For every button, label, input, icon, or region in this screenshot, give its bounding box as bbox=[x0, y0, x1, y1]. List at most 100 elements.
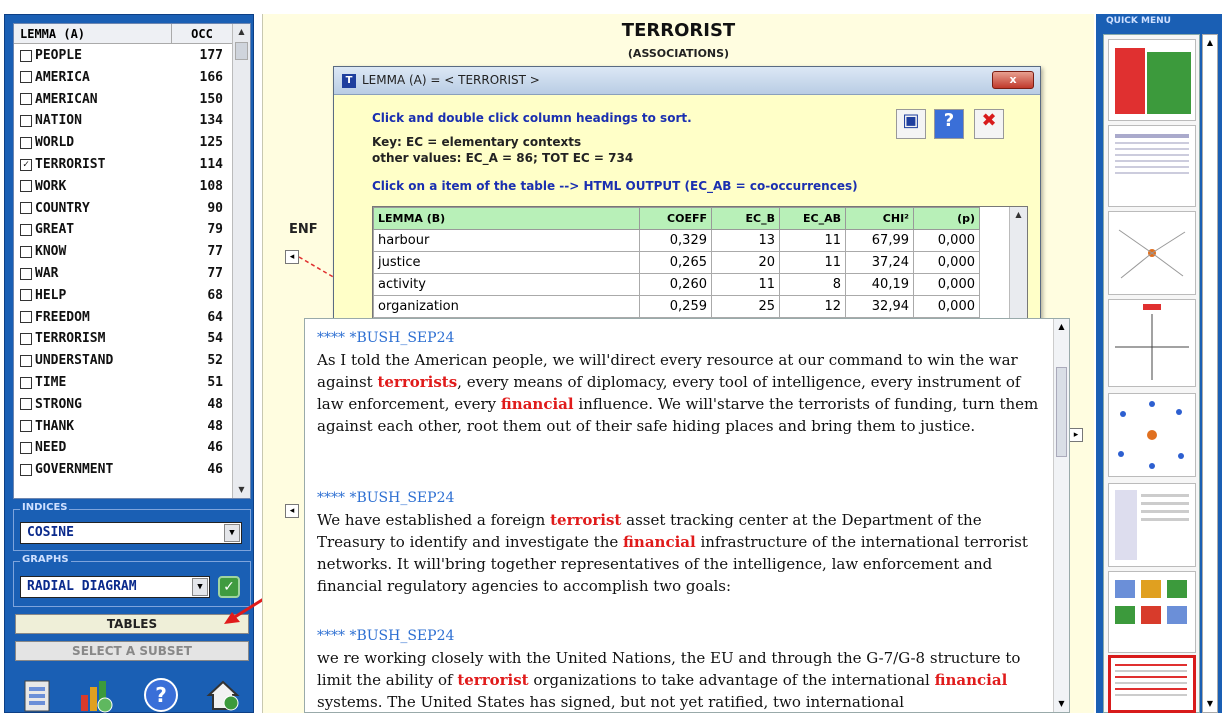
cell-chi2[interactable]: 32,94 bbox=[845, 295, 914, 318]
cell-chi2[interactable]: 40,19 bbox=[845, 273, 914, 296]
lemma-list-item[interactable]: GREAT 79 bbox=[14, 219, 232, 240]
cell-p[interactable]: 0,000 bbox=[913, 229, 980, 252]
checkbox-icon[interactable] bbox=[20, 267, 32, 280]
checkbox-icon[interactable] bbox=[20, 311, 32, 324]
dialog-close-button[interactable]: x bbox=[992, 71, 1034, 89]
scroll-down-arrow-icon[interactable]: ▼ bbox=[233, 482, 250, 498]
cell-chi2[interactable]: 67,99 bbox=[845, 229, 914, 252]
output-scrollbar[interactable]: ▲ ▼ bbox=[1053, 319, 1069, 712]
cell-p[interactable]: 0,000 bbox=[913, 273, 980, 296]
quick-menu-scrollbar[interactable]: ▲ ▼ bbox=[1202, 34, 1218, 713]
cell-ec-ab[interactable]: 12 bbox=[779, 295, 846, 318]
paragraph-header[interactable]: **** *BUSH_SEP24 bbox=[317, 487, 1043, 509]
thumbnail-network[interactable] bbox=[1108, 393, 1196, 477]
help-button[interactable]: ? bbox=[934, 109, 964, 139]
thumbnail-v-test[interactable] bbox=[1108, 299, 1196, 387]
cell-ec-b[interactable]: 13 bbox=[711, 229, 780, 252]
lemma-list-item[interactable]: AMERICAN 150 bbox=[14, 89, 232, 110]
lemma-list-item[interactable]: WORLD 125 bbox=[14, 132, 232, 153]
lemma-list-item[interactable]: NEED 46 bbox=[14, 437, 232, 458]
checkbox-icon[interactable] bbox=[20, 114, 32, 127]
scrollbar-thumb[interactable] bbox=[1056, 367, 1067, 457]
scroll-up-arrow-icon[interactable]: ▲ bbox=[233, 24, 250, 40]
lemma-list-item[interactable]: GOVERNMENT 46 bbox=[14, 459, 232, 480]
cell-coeff[interactable]: 0,260 bbox=[639, 273, 712, 296]
node-marker-icon[interactable]: ◂ bbox=[285, 250, 299, 264]
cell-coeff[interactable]: 0,265 bbox=[639, 251, 712, 274]
occ-column-header[interactable]: OCC bbox=[172, 24, 232, 44]
dialog-titlebar[interactable]: T LEMMA (A) = < TERRORIST > x bbox=[334, 67, 1040, 95]
cell-ec-ab[interactable]: 8 bbox=[779, 273, 846, 296]
scrollbar-thumb[interactable] bbox=[235, 42, 248, 60]
lemma-list-item[interactable]: THANK 48 bbox=[14, 416, 232, 437]
column-header-lemma-b[interactable]: LEMMA (B) bbox=[373, 207, 640, 230]
lemma-list-item[interactable]: KNOW 77 bbox=[14, 241, 232, 262]
lemma-list-scrollbar[interactable]: ▲ ▼ bbox=[232, 24, 250, 498]
lemma-list-item[interactable]: FREEDOM 64 bbox=[14, 307, 232, 328]
cell-ec-b[interactable]: 25 bbox=[711, 295, 780, 318]
node-marker-icon[interactable]: ▸ bbox=[1069, 428, 1083, 442]
checkbox-icon[interactable] bbox=[20, 245, 32, 258]
checkbox-icon[interactable] bbox=[20, 180, 32, 193]
thumbnail-table[interactable] bbox=[1108, 125, 1196, 207]
thumbnail-document[interactable] bbox=[1108, 483, 1196, 567]
select-subset-button[interactable]: SELECT A SUBSET bbox=[15, 641, 249, 661]
column-header-ec-ab[interactable]: EC_AB bbox=[779, 207, 846, 230]
checkbox-icon[interactable] bbox=[20, 376, 32, 389]
thumbnail-radial-diagram[interactable] bbox=[1108, 211, 1196, 295]
cell-ec-b[interactable]: 20 bbox=[711, 251, 780, 274]
checkbox-icon[interactable] bbox=[20, 71, 32, 84]
help-button[interactable]: ? bbox=[141, 675, 181, 713]
lemma-list[interactable]: LEMMA (A) OCC PEOPLE 177 AMERICA 166 AMERICA… bbox=[13, 23, 251, 499]
scroll-up-arrow-icon[interactable]: ▲ bbox=[1054, 319, 1069, 335]
tables-button[interactable]: TABLES bbox=[15, 614, 249, 634]
column-header-coeff[interactable]: COEFF bbox=[639, 207, 712, 230]
lemma-list-item[interactable]: AMERICA 166 bbox=[14, 67, 232, 88]
cell-chi2[interactable]: 37,24 bbox=[845, 251, 914, 274]
chevron-down-icon[interactable]: ▼ bbox=[192, 578, 208, 596]
table-row[interactable]: harbour 0,329 13 11 67,99 0,000 bbox=[373, 229, 980, 252]
checkbox-icon[interactable] bbox=[20, 332, 32, 345]
lemma-list-item[interactable]: UNDERSTAND 52 bbox=[14, 350, 232, 371]
cell-ec-ab[interactable]: 11 bbox=[779, 229, 846, 252]
lemma-list-item[interactable]: TIME 51 bbox=[14, 372, 232, 393]
lemma-list-item[interactable]: WORK 108 bbox=[14, 176, 232, 197]
lemma-list-item[interactable]: COUNTRY 90 bbox=[14, 198, 232, 219]
chart-button[interactable] bbox=[75, 675, 115, 713]
cell-ec-b[interactable]: 11 bbox=[711, 273, 780, 296]
thumbnail-html-output[interactable] bbox=[1108, 655, 1196, 713]
scroll-up-arrow-icon[interactable]: ▲ bbox=[1203, 35, 1217, 51]
cell-lemma-b[interactable]: activity bbox=[373, 273, 640, 296]
checkbox-checked-icon[interactable]: ✓ bbox=[20, 158, 32, 171]
cell-lemma-b[interactable]: justice bbox=[373, 251, 640, 274]
checkbox-icon[interactable] bbox=[20, 441, 32, 454]
lemma-list-item[interactable]: NATION 134 bbox=[14, 110, 232, 131]
table-row[interactable]: justice 0,265 20 11 37,24 0,000 bbox=[373, 251, 980, 274]
checkbox-icon[interactable] bbox=[20, 463, 32, 476]
thumbnail-icons[interactable] bbox=[1108, 571, 1196, 653]
lemma-column-header[interactable]: LEMMA (A) bbox=[14, 24, 172, 44]
node-marker-icon[interactable]: ◂ bbox=[285, 504, 299, 518]
lemma-list-item[interactable]: PEOPLE 177 bbox=[14, 45, 232, 66]
cell-ec-ab[interactable]: 11 bbox=[779, 251, 846, 274]
delete-button[interactable]: ✖ bbox=[974, 109, 1004, 139]
checkbox-icon[interactable] bbox=[20, 420, 32, 433]
paragraph-header[interactable]: **** *BUSH_SEP24 bbox=[317, 327, 1043, 349]
home-button[interactable] bbox=[203, 675, 243, 713]
lemma-list-item[interactable]: ✓ TERRORIST 114 bbox=[14, 154, 232, 175]
checkbox-icon[interactable] bbox=[20, 93, 32, 106]
export-report-button[interactable] bbox=[17, 675, 57, 713]
thumbnail-bar-chart[interactable] bbox=[1108, 39, 1196, 121]
checkbox-icon[interactable] bbox=[20, 136, 32, 149]
checkbox-icon[interactable] bbox=[20, 49, 32, 62]
checkbox-icon[interactable] bbox=[20, 289, 32, 302]
cell-coeff[interactable]: 0,329 bbox=[639, 229, 712, 252]
lemma-list-item[interactable]: HELP 68 bbox=[14, 285, 232, 306]
checkbox-icon[interactable] bbox=[20, 202, 32, 215]
column-header-ec-b[interactable]: EC_B bbox=[711, 207, 780, 230]
checkbox-icon[interactable] bbox=[20, 223, 32, 236]
cell-lemma-b[interactable]: organization bbox=[373, 295, 640, 318]
lemma-list-item[interactable]: WAR 77 bbox=[14, 263, 232, 284]
chevron-down-icon[interactable]: ▼ bbox=[224, 524, 240, 542]
graphs-select[interactable]: RADIAL DIAGRAM ▼ bbox=[20, 576, 210, 598]
